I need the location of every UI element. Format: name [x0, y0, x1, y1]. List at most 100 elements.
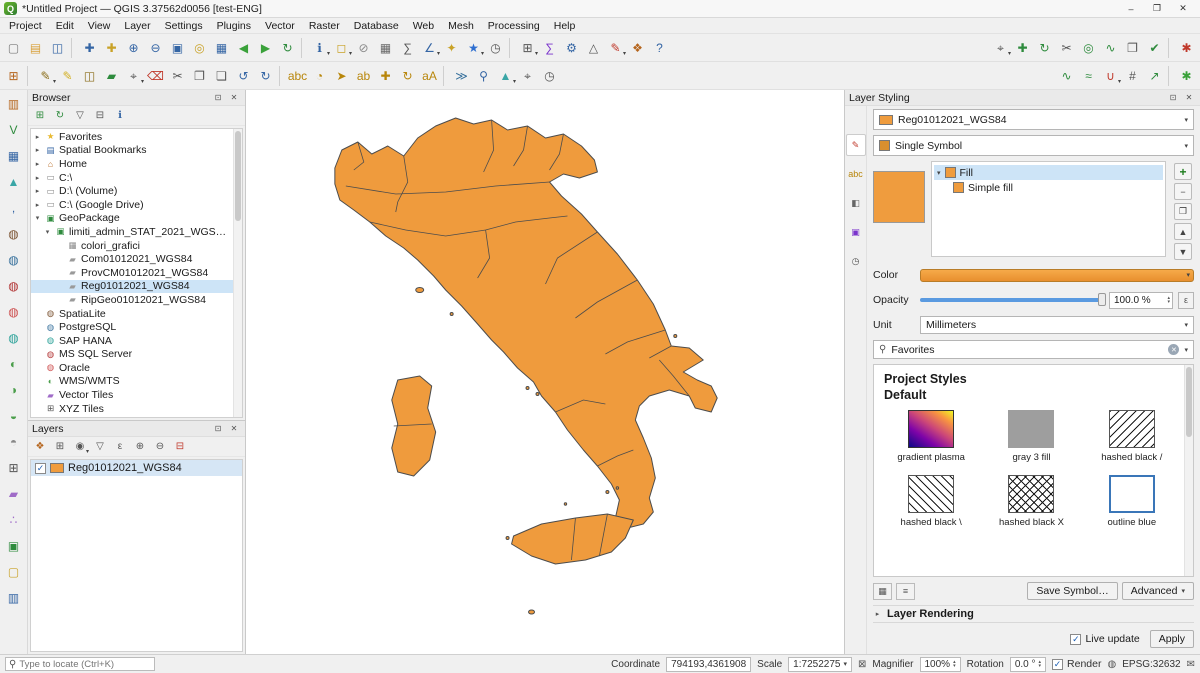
- move-label[interactable]: ✚: [375, 65, 396, 86]
- filter-by-expression[interactable]: ε: [111, 438, 129, 456]
- unit-dropdown[interactable]: Millimeters ▾: [920, 316, 1194, 334]
- browser-item-com[interactable]: ▰ Com01012021_WGS84: [31, 252, 242, 266]
- temporal-controller[interactable]: ◷: [485, 37, 506, 58]
- rotate-feature[interactable]: ↻: [1034, 37, 1055, 58]
- layer-diagram[interactable]: ◔: [309, 65, 330, 86]
- style-outline-blue[interactable]: outline blue: [1085, 475, 1179, 528]
- save-symbol-button[interactable]: Save Symbol…: [1027, 582, 1117, 600]
- style-gray-3-fill[interactable]: gray 3 fill: [984, 410, 1078, 463]
- add-vector-layer[interactable]: V: [3, 119, 25, 141]
- add-raster-layer[interactable]: ▦: [3, 145, 25, 167]
- open-attribute-table[interactable]: ▦: [375, 37, 396, 58]
- apply-button[interactable]: Apply: [1150, 630, 1194, 648]
- expander-icon[interactable]: ▾: [33, 214, 42, 222]
- data-source-manager[interactable]: ▥: [3, 93, 25, 115]
- expander-icon[interactable]: ▸: [33, 174, 42, 182]
- clear-filter-icon[interactable]: ✕: [1168, 344, 1179, 355]
- highlight-labels[interactable]: ab: [353, 65, 374, 86]
- menu-item[interactable]: Layer: [117, 18, 157, 33]
- rotate-label[interactable]: ↻: [397, 65, 418, 86]
- check-geometries[interactable]: ✔: [1144, 37, 1165, 58]
- advanced-button[interactable]: Advanced▾: [1122, 582, 1194, 600]
- vertex-tool[interactable]: ⌖: [123, 65, 144, 86]
- data-defined-override-button[interactable]: ε: [1178, 292, 1194, 309]
- new-spatial-bookmark[interactable]: ★: [463, 37, 484, 58]
- browser-scrollbar[interactable]: [233, 129, 242, 417]
- annotations[interactable]: ✎: [605, 37, 626, 58]
- style-hashed-black-x[interactable]: hashed black X: [984, 475, 1078, 528]
- move-down-button[interactable]: ▼: [1174, 243, 1192, 260]
- maximize-button[interactable]: ❐: [1144, 1, 1170, 17]
- browser-filter[interactable]: ▽: [71, 107, 89, 125]
- plugin-tool[interactable]: ✱: [1176, 65, 1197, 86]
- spinner-arrows[interactable]: ▴▾: [953, 660, 956, 668]
- chevron-down-icon[interactable]: ▾: [1184, 346, 1188, 354]
- style-browser-scrollbar[interactable]: [1184, 365, 1193, 576]
- opacity-slider[interactable]: [920, 298, 1104, 302]
- menu-item[interactable]: Processing: [481, 18, 547, 33]
- style-filter-box[interactable]: ⚲ Favorites ✕ ▾: [873, 340, 1194, 359]
- expander-icon[interactable]: ▾: [43, 228, 52, 236]
- deselect-all[interactable]: ⊘: [353, 37, 374, 58]
- change-label[interactable]: aA: [419, 65, 440, 86]
- measure[interactable]: ∠: [419, 37, 440, 58]
- live-update-checkbox[interactable]: ✓: [1070, 634, 1081, 645]
- open-project[interactable]: ▤: [25, 37, 46, 58]
- menu-item[interactable]: Database: [347, 18, 406, 33]
- field-calculator[interactable]: ∑: [397, 37, 418, 58]
- messages-icon[interactable]: ✉: [1187, 659, 1195, 670]
- add-postgis-layer[interactable]: ◍: [3, 249, 25, 271]
- pin-labels[interactable]: ➤: [331, 65, 352, 86]
- tab-labels[interactable]: abc: [846, 163, 866, 185]
- browser-item-gpkg-file[interactable]: ▾ ▣ limiti_admin_STAT_2021_WGS84.gpkg: [31, 225, 242, 239]
- chevron-down-icon[interactable]: ▾: [937, 169, 941, 177]
- menu-item[interactable]: View: [81, 18, 118, 33]
- layer-visibility-checkbox[interactable]: ✓: [35, 463, 46, 474]
- browser-item-xyz-tiles[interactable]: ⊞ XYZ Tiles: [31, 402, 242, 416]
- browser-collapse-all[interactable]: ⊟: [91, 107, 109, 125]
- new-map-view[interactable]: ⊞: [517, 37, 538, 58]
- style-manager[interactable]: ❖: [627, 37, 648, 58]
- zoom-to-layer[interactable]: ▦: [211, 37, 232, 58]
- select-features[interactable]: ◻: [331, 37, 352, 58]
- browser-item-spatialite[interactable]: ◍ SpatiaLite: [31, 307, 242, 321]
- render-checkbox[interactable]: ✓: [1052, 659, 1063, 670]
- zoom-out[interactable]: ⊖: [145, 37, 166, 58]
- paste-features[interactable]: ❏: [211, 65, 232, 86]
- add-mssql-layer[interactable]: ◍: [3, 275, 25, 297]
- opacity-spinbox[interactable]: 100.0 % ▴▾: [1109, 292, 1173, 309]
- vertex-editor[interactable]: ⌖: [990, 37, 1011, 58]
- close-button[interactable]: ✕: [1170, 1, 1196, 17]
- tab-3d-view[interactable]: ▣: [846, 221, 866, 243]
- add-symbol-layer-button[interactable]: +: [1174, 163, 1192, 180]
- mesh-digitizing[interactable]: ▲: [495, 65, 516, 86]
- stream-digitizing[interactable]: ≈: [1078, 65, 1099, 86]
- menu-item[interactable]: Mesh: [441, 18, 481, 33]
- collapse-all[interactable]: ⊖: [151, 438, 169, 456]
- refresh-map[interactable]: ↻: [277, 37, 298, 58]
- render-control[interactable]: ✓ Render: [1052, 658, 1101, 670]
- browser-item-vector-tiles[interactable]: ▰ Vector Tiles: [31, 388, 242, 402]
- help[interactable]: ?: [649, 37, 670, 58]
- pan-to-selection[interactable]: ✚: [101, 37, 122, 58]
- browser-item-d-drive[interactable]: ▸ ▭ D:\ (Volume): [31, 184, 242, 198]
- tab-history[interactable]: ◷: [846, 250, 866, 272]
- locate-box[interactable]: ⚲: [5, 657, 155, 671]
- browser-item-wms[interactable]: ◐ WMS/WMTS: [31, 375, 242, 389]
- symbol-type-dropdown[interactable]: Single Symbol ▾: [873, 135, 1194, 156]
- menu-item[interactable]: Edit: [49, 18, 81, 33]
- open-layer-styling[interactable]: ❖: [31, 438, 49, 456]
- browser-item-mssql[interactable]: ◍ MS SQL Server: [31, 348, 242, 362]
- new-project[interactable]: ▢: [3, 37, 24, 58]
- save-project[interactable]: ◫: [47, 37, 68, 58]
- style-hashed-black-fwd[interactable]: hashed black /: [1085, 410, 1179, 463]
- expander-icon[interactable]: ▸: [33, 187, 42, 195]
- zoom-next[interactable]: ▶: [255, 37, 276, 58]
- browser-item-google-drive[interactable]: ▸ ▭ C:\ (Google Drive): [31, 198, 242, 212]
- elevation-profile[interactable]: △: [583, 37, 604, 58]
- zoom-to-selection[interactable]: ◎: [189, 37, 210, 58]
- browser-item-colori-grafici[interactable]: ▦ colori_grafici: [31, 239, 242, 253]
- new-shapefile-layer[interactable]: ▢: [3, 561, 25, 583]
- browser-item-geopackage[interactable]: ▾ ▣ GeoPackage: [31, 212, 242, 226]
- processing-toolbox[interactable]: ⚙: [561, 37, 582, 58]
